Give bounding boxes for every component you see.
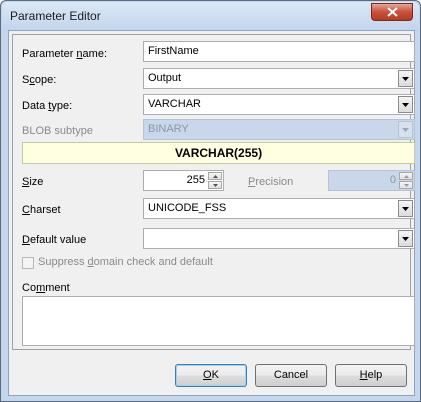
button-text: K — [211, 369, 219, 381]
suppress-domain-check-label: Suppress domain check and default — [38, 256, 213, 268]
cancel-button[interactable]: Cancel — [255, 364, 327, 387]
chevron-up-icon — [403, 174, 409, 178]
window-title: Parameter Editor — [10, 9, 101, 23]
charset-dropdown-button[interactable] — [398, 200, 413, 217]
label-hotkey: D — [22, 234, 30, 246]
data-type-value: VARCHAR — [148, 98, 201, 110]
charset-label: Charset — [22, 204, 61, 216]
dialog-client-area: Parameter name: FirstName Scope: Output … — [8, 30, 415, 396]
precision-decrement-button — [399, 181, 413, 189]
comment-textarea[interactable] — [22, 296, 415, 346]
title-bar[interactable]: Parameter Editor — [2, 2, 419, 28]
label-text: Data — [22, 100, 49, 112]
type-summary-banner: VARCHAR(255) — [22, 142, 415, 164]
size-label: Size — [22, 176, 43, 188]
scope-select[interactable]: Output — [143, 68, 415, 89]
parameter-name-label: Parameter name: — [22, 48, 107, 60]
scope-value: Output — [148, 72, 182, 84]
label-text: recision — [255, 176, 294, 188]
precision-spinner: 0 — [328, 170, 415, 191]
precision-label: Precision — [248, 176, 293, 188]
form-panel: Parameter name: FirstName Scope: Output … — [12, 34, 415, 350]
chevron-down-icon — [402, 127, 409, 132]
button-text: elp — [367, 369, 383, 381]
blob-subtype-dropdown-button — [398, 121, 413, 138]
label-text: Suppress — [38, 256, 88, 268]
button-hotkey: O — [203, 369, 212, 381]
size-spin-buttons — [208, 172, 222, 189]
label-hotkey: C — [22, 204, 30, 216]
label-text: omain check and default — [93, 256, 213, 268]
chevron-down-icon — [402, 236, 409, 241]
blob-subtype-value: BINARY — [148, 123, 189, 135]
close-icon — [386, 7, 398, 17]
label-text: ope: — [34, 74, 57, 86]
precision-value: 0 — [389, 174, 396, 186]
default-value-label: Default value — [22, 234, 86, 246]
label-text: Parameter — [22, 48, 77, 60]
label-text: ype: — [51, 100, 73, 112]
data-type-label: Data type: — [22, 100, 72, 112]
parameter-editor-window: Parameter Editor Parameter name: FirstNa… — [0, 0, 421, 402]
comment-label: Comment — [22, 282, 70, 294]
chevron-down-icon — [402, 206, 409, 211]
data-type-dropdown-button[interactable] — [398, 96, 413, 113]
suppress-domain-check-checkbox — [22, 257, 34, 269]
default-value-dropdown-button[interactable] — [398, 230, 413, 247]
parameter-name-input[interactable]: FirstName — [143, 41, 415, 62]
blob-subtype-label: BLOB subtype — [22, 125, 93, 137]
chevron-up-icon — [212, 174, 218, 178]
charset-value: UNICODE_FSS — [148, 202, 227, 214]
precision-increment-button — [399, 172, 413, 180]
scope-label: Scope: — [22, 74, 56, 86]
size-spinner[interactable]: 255 — [143, 170, 224, 191]
precision-spin-buttons — [399, 172, 413, 189]
ok-button[interactable]: OK — [175, 364, 247, 387]
label-text: harset — [29, 204, 61, 216]
chevron-down-icon — [403, 183, 409, 187]
label-text: efault value — [29, 234, 87, 246]
chevron-down-icon — [212, 183, 218, 187]
size-decrement-button[interactable] — [208, 181, 222, 189]
scope-dropdown-button[interactable] — [398, 70, 413, 87]
label-text: ame: — [82, 48, 108, 60]
data-type-select[interactable]: VARCHAR — [143, 94, 415, 115]
label-text: Co — [22, 282, 37, 294]
default-value-select[interactable] — [143, 228, 415, 249]
charset-select[interactable]: UNICODE_FSS — [143, 198, 415, 219]
label-hotkey: m — [36, 282, 46, 294]
button-hotkey: H — [359, 369, 368, 381]
size-value: 255 — [186, 174, 205, 186]
chevron-down-icon — [402, 102, 409, 107]
close-button[interactable] — [371, 3, 413, 21]
blob-subtype-select: BINARY — [143, 119, 415, 140]
label-text: ize — [29, 176, 44, 188]
help-button[interactable]: Help — [335, 364, 407, 387]
chevron-down-icon — [402, 76, 409, 81]
label-text: ment — [45, 282, 70, 294]
size-increment-button[interactable] — [208, 172, 222, 180]
